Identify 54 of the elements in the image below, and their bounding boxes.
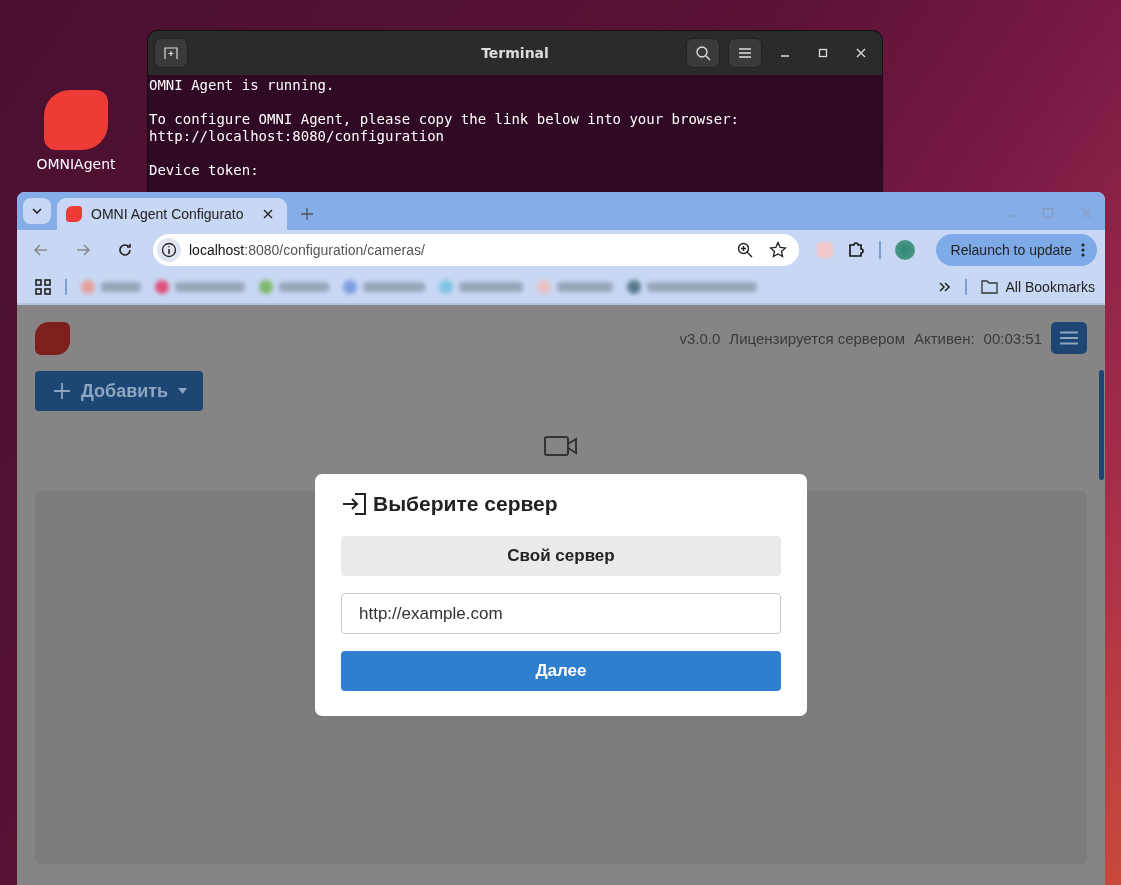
sign-in-icon <box>341 492 367 516</box>
app-logo-icon[interactable] <box>44 90 108 150</box>
url-input-field[interactable]: http://example.com <box>341 593 781 634</box>
menu-icon <box>738 47 752 59</box>
new-tab-button[interactable] <box>154 38 188 68</box>
search-icon <box>695 45 711 61</box>
window-title: Terminal <box>481 45 549 61</box>
menu-button[interactable] <box>1051 322 1087 354</box>
info-icon[interactable] <box>157 238 181 262</box>
blurred-bookmark[interactable] <box>155 279 245 294</box>
caret-icon <box>178 388 188 394</box>
version-label: v3.0.0 <box>679 329 721 347</box>
plus-icon <box>53 382 71 400</box>
url-text: localhost:8080/configuration/cameras/ <box>189 242 425 258</box>
reload-icon[interactable] <box>117 242 133 258</box>
chevron-down-icon <box>32 208 42 214</box>
app-logo-icon <box>35 321 70 355</box>
close-tab-icon[interactable] <box>263 209 273 219</box>
add-button[interactable]: Добавить <box>35 371 204 411</box>
tab-title: OMNI Agent Configurato <box>91 206 245 222</box>
menu-button[interactable] <box>728 38 762 68</box>
active-time: 00:03:51 <box>983 329 1042 347</box>
back-icon[interactable] <box>33 242 49 258</box>
folder-icon <box>980 279 998 294</box>
favicon-icon <box>66 206 82 222</box>
zoom-icon[interactable] <box>737 242 753 258</box>
dialog-title: Выберите сервер <box>373 492 558 516</box>
active-label: Активен: <box>914 329 975 347</box>
more-icon <box>1081 243 1085 257</box>
bookmarks-folder[interactable]: All Bookmarks <box>980 278 1095 295</box>
relaunch-button[interactable]: Relaunch to update <box>935 234 1097 266</box>
address-bar[interactable]: localhost:8080/configuration/cameras/ <box>153 234 799 266</box>
star-icon[interactable] <box>769 241 787 259</box>
browser-tab[interactable]: OMNI Agent Configurato <box>57 198 287 230</box>
terminal-line: OMNI Agent is running. <box>149 77 336 94</box>
blurred-bookmark[interactable] <box>627 279 757 294</box>
puzzle-icon[interactable] <box>847 241 865 259</box>
new-tab-icon <box>164 46 178 60</box>
video-camera-icon <box>544 435 578 457</box>
tab-list-button[interactable] <box>23 198 51 224</box>
server-option[interactable]: Свой сервер <box>341 536 781 576</box>
search-button[interactable] <box>686 38 720 68</box>
apps-icon[interactable] <box>35 278 51 295</box>
new-tab-icon[interactable] <box>301 208 313 220</box>
menu-icon <box>1060 331 1078 345</box>
next-button[interactable]: Далее <box>341 651 781 691</box>
terminal-line: http://localhost:8080/configuration <box>149 128 445 145</box>
terminal-line: To configure OMNI Agent, please copy the link below into your browser: <box>149 111 740 128</box>
terminal-line: Device token: <box>149 162 260 179</box>
profile-avatar[interactable] <box>895 240 915 260</box>
forward-icon[interactable] <box>75 242 91 258</box>
chevron-double-icon[interactable] <box>938 281 951 292</box>
license-label: Лицензируется сервером <box>729 329 905 347</box>
desktop-icon-label[interactable]: OMNIAgent <box>36 156 116 172</box>
